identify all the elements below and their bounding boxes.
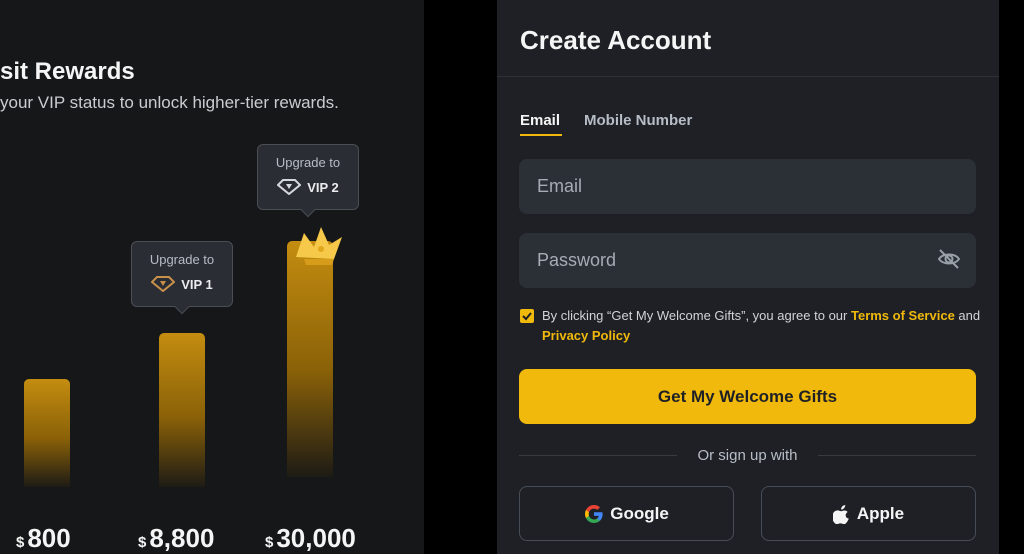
consent-and: and <box>954 308 981 323</box>
currency-symbol: $ <box>16 534 25 551</box>
tooltip-label: Upgrade to <box>149 252 215 267</box>
page-title: Create Account <box>520 25 712 55</box>
google-signup-button[interactable]: Google <box>519 486 734 541</box>
diamond-icon <box>277 179 302 195</box>
reward-amount: $800 <box>16 523 71 554</box>
google-label: Google <box>610 503 669 523</box>
privacy-policy-link[interactable]: Privacy Policy <box>542 328 630 343</box>
diamond-icon <box>151 276 176 292</box>
tab-email[interactable]: Email <box>520 112 563 136</box>
or-sign-up-with-label: Or sign up with <box>697 447 798 464</box>
divider-right <box>818 455 976 456</box>
currency-symbol: $ <box>265 534 274 551</box>
crown-icon <box>296 227 342 265</box>
terms-of-service-link[interactable]: Terms of Service <box>851 308 955 323</box>
apple-signup-button[interactable]: Apple <box>761 486 976 541</box>
reward-bar-800 <box>24 379 70 487</box>
vip-rewards-panel: sit Rewards your VIP status to unlock hi… <box>0 0 424 554</box>
google-icon <box>585 504 603 523</box>
terms-consent-text: By clicking “Get My Welcome Gifts”, you … <box>542 306 982 346</box>
amount-value: 30,000 <box>276 523 356 553</box>
form-header: Create Account <box>497 0 999 77</box>
amount-value: 8,800 <box>149 523 215 553</box>
email-field[interactable] <box>519 159 976 214</box>
divider-left <box>519 455 677 456</box>
amount-value: 800 <box>27 523 71 553</box>
apple-label: Apple <box>856 503 905 523</box>
reward-amount: $8,800 <box>138 523 214 554</box>
reward-bar-8800 <box>159 333 205 487</box>
currency-symbol: $ <box>138 534 147 551</box>
create-account-form: Create Account Email Mobile Number By cl… <box>497 0 999 554</box>
password-field[interactable] <box>519 233 976 288</box>
upgrade-tooltip-vip1: Upgrade to VIP 1 <box>131 241 233 307</box>
promo-title: sit Rewards <box>0 58 135 85</box>
promo-subtitle: your VIP status to unlock higher-tier re… <box>0 93 339 112</box>
tooltip-vip-level: VIP 2 <box>307 179 339 195</box>
reward-bar-30000 <box>287 241 333 477</box>
terms-checkbox[interactable] <box>520 309 534 323</box>
apple-icon <box>832 504 849 524</box>
tab-mobile-number[interactable]: Mobile Number <box>584 112 692 129</box>
tooltip-label: Upgrade to <box>275 155 341 170</box>
eye-off-icon[interactable] <box>936 246 962 272</box>
tooltip-vip-level: VIP 1 <box>181 276 213 292</box>
upgrade-tooltip-vip2: Upgrade to VIP 2 <box>257 144 359 210</box>
consent-prefix: By clicking “Get My Welcome Gifts”, you … <box>542 308 851 323</box>
reward-amount: $30,000 <box>265 523 356 554</box>
checkmark-icon <box>522 312 532 321</box>
get-welcome-gifts-button[interactable]: Get My Welcome Gifts <box>519 369 976 424</box>
